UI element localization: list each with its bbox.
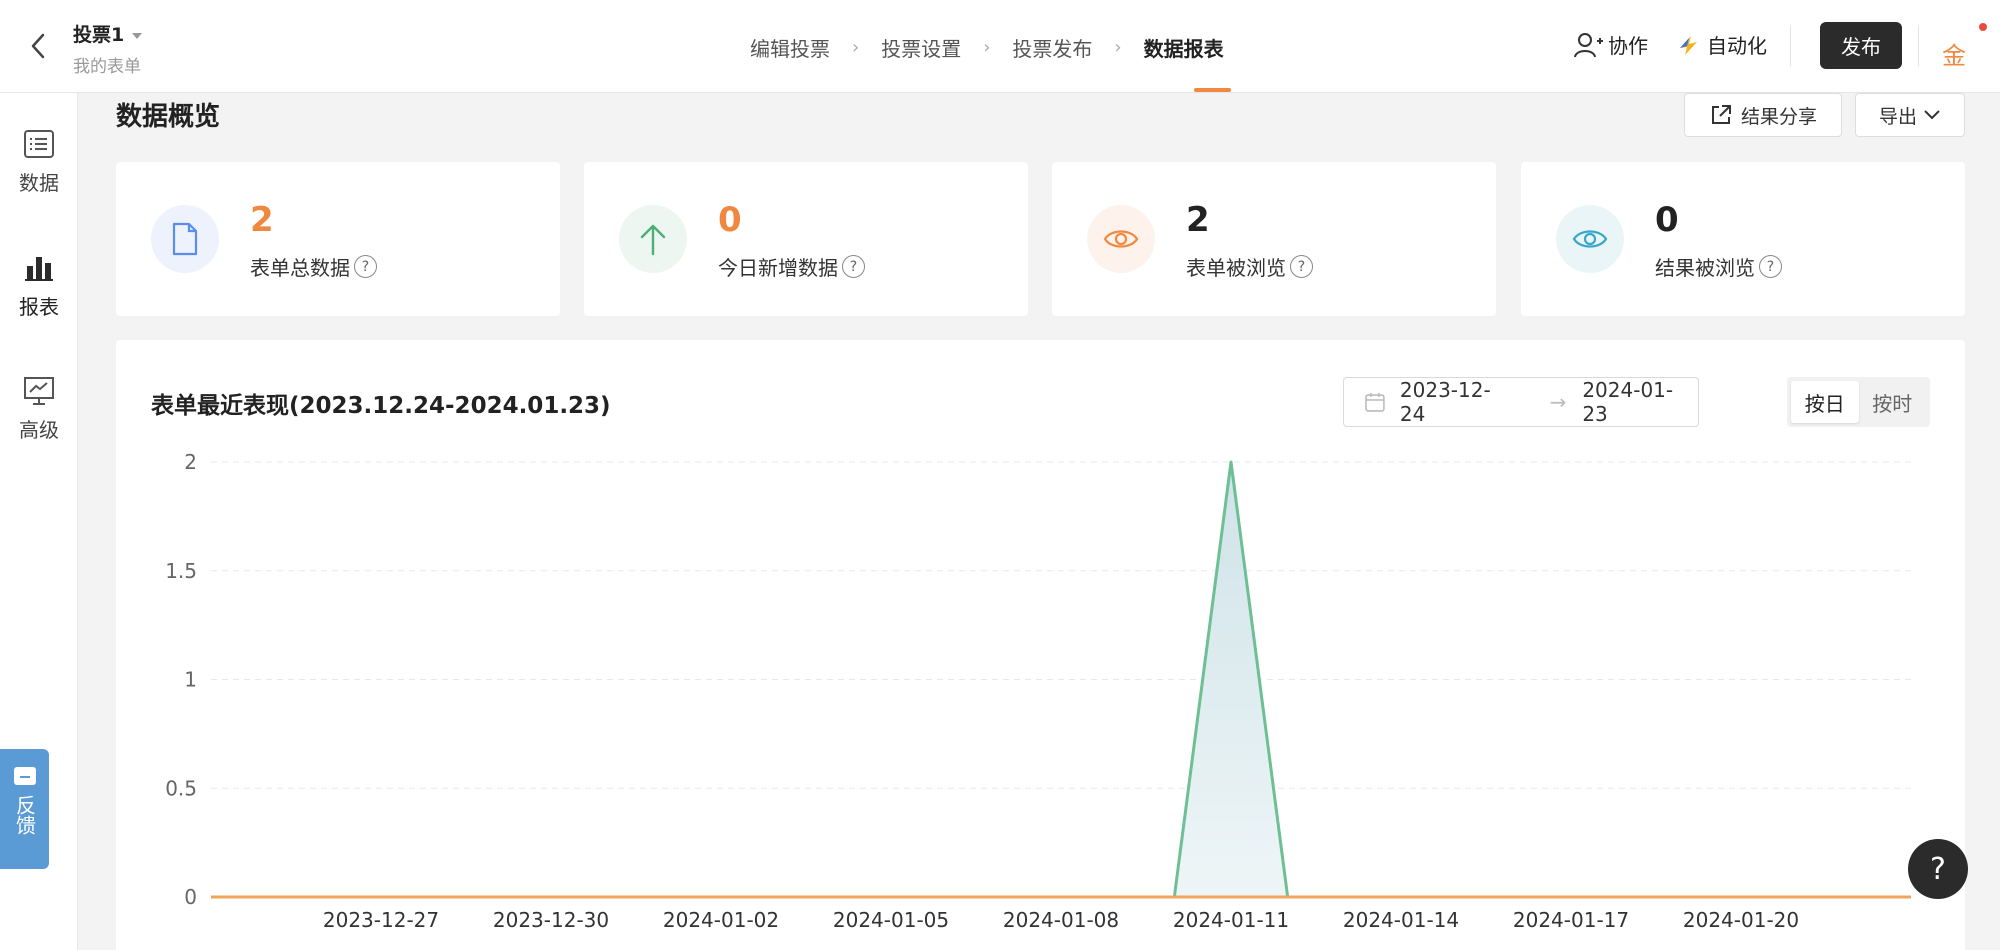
sidebar-item-label: 报表	[19, 295, 59, 319]
bar-chart-icon	[25, 257, 53, 281]
granularity-toggle: 按日 按时	[1787, 377, 1930, 427]
feedback-button[interactable]: 反馈	[0, 749, 49, 869]
step-publish[interactable]: 投票发布	[1012, 33, 1092, 62]
list-icon	[24, 130, 54, 158]
help-button[interactable]: ?	[1908, 839, 1968, 899]
active-step-indicator	[1194, 88, 1231, 92]
stat-value: 2	[1186, 200, 1210, 240]
stat-label-row: 今日新增数据?	[718, 252, 865, 281]
add-user-icon	[1574, 32, 1603, 57]
divider	[1918, 26, 1919, 66]
y-tick-label: 2	[184, 450, 197, 474]
by-day-button[interactable]: 按日	[1791, 381, 1859, 423]
help-icon[interactable]: ?	[1759, 255, 1782, 278]
sidebar-item-label: 高级	[19, 418, 59, 442]
date-range-picker[interactable]: 2023-12-24 → 2024-01-23	[1343, 377, 1699, 427]
stat-card-form-views: 2 表单被浏览?	[1052, 162, 1496, 316]
help-icon[interactable]: ?	[1290, 255, 1313, 278]
stat-value: 0	[1655, 200, 1679, 240]
trend-chart: 0 0.5 1 1.5 2 2023-12-27 2023-12-30 2024-01-02 2…	[165, 450, 1911, 932]
chevron-right-icon: ›	[983, 36, 991, 58]
by-hour-button[interactable]: 按时	[1859, 381, 1927, 423]
help-icon[interactable]: ?	[842, 255, 865, 278]
export-dropdown[interactable]: 导出	[1855, 93, 1965, 137]
x-tick-label: 2024-01-08	[1003, 908, 1119, 932]
sidebar-item-label: 数据	[19, 171, 59, 195]
stat-label-row: 表单总数据?	[250, 252, 377, 281]
step-edit[interactable]: 编辑投票	[750, 33, 830, 62]
share-label: 结果分享	[1740, 105, 1817, 128]
stat-label: 表单被浏览	[1186, 256, 1286, 280]
chevron-right-icon: ›	[1114, 36, 1122, 58]
y-tick-label: 1.5	[165, 559, 197, 583]
sidebar-item-advanced[interactable]: 高级	[0, 374, 78, 443]
y-tick-label: 1	[184, 668, 197, 692]
y-tick-label: 0	[184, 885, 197, 909]
step-nav: 编辑投票 › 投票设置 › 投票发布 › 数据报表	[750, 30, 1224, 64]
back-button[interactable]	[24, 30, 52, 62]
stat-label: 表单总数据	[250, 256, 350, 280]
external-link-icon	[1711, 105, 1731, 124]
notification-dot	[1979, 23, 1987, 31]
sidebar-item-report[interactable]: 报表	[0, 251, 78, 320]
y-tick-label: 0.5	[165, 776, 197, 800]
message-icon	[13, 767, 36, 785]
chart-panel: 0 0.5 1 1.5 2 2023-12-27 2023-12-30 2024-01-02 2…	[116, 340, 1965, 950]
calendar-icon	[1365, 393, 1385, 412]
top-bar: 投票1 我的表单 编辑投票 › 投票设置 › 投票发布 › 数据报表 协作 自动…	[0, 0, 2000, 93]
stat-value: 0	[718, 200, 742, 240]
form-breadcrumb[interactable]: 我的表单	[73, 52, 141, 77]
stat-label-row: 表单被浏览?	[1186, 252, 1313, 281]
step-report[interactable]: 数据报表	[1144, 33, 1224, 62]
question-icon: ?	[1930, 851, 1946, 887]
eye-icon	[1556, 205, 1624, 273]
x-tick-label: 2023-12-27	[323, 908, 439, 932]
chevron-right-icon: ›	[852, 36, 860, 58]
arrow-right-icon: →	[1549, 390, 1567, 414]
x-tick-label: 2024-01-11	[1173, 908, 1289, 932]
help-icon[interactable]: ?	[354, 255, 377, 278]
x-tick-label: 2024-01-05	[833, 908, 949, 932]
automation-icon	[1680, 35, 1697, 55]
form-name: 投票1	[73, 24, 125, 46]
arrow-up-icon	[619, 205, 687, 273]
form-name-dropdown[interactable]: 投票1	[73, 20, 143, 47]
publish-button[interactable]: 发布	[1820, 22, 1902, 69]
page-title: 数据概览	[116, 102, 221, 132]
chevron-left-icon	[31, 33, 45, 59]
stat-card-result-views: 0 结果被浏览?	[1521, 162, 1965, 316]
eye-icon	[1087, 205, 1155, 273]
share-results-button[interactable]: 结果分享	[1684, 93, 1842, 137]
chart-title: 表单最近表现(2023.12.24-2024.01.23)	[151, 393, 611, 419]
x-tick-label: 2024-01-17	[1513, 908, 1629, 932]
collab-label: 协作	[1608, 34, 1648, 58]
export-label: 导出	[1878, 105, 1917, 128]
automation-label: 自动化	[1707, 34, 1767, 58]
divider	[1790, 26, 1791, 66]
stat-value: 2	[250, 200, 274, 240]
chevron-down-icon	[1924, 110, 1940, 120]
collab-button[interactable]: 协作	[1574, 30, 1648, 59]
x-tick-label: 2024-01-20	[1683, 908, 1799, 932]
stat-label: 今日新增数据	[718, 256, 838, 280]
date-start: 2023-12-24	[1399, 378, 1491, 426]
stat-label: 结果被浏览	[1655, 256, 1755, 280]
stat-label-row: 结果被浏览?	[1655, 252, 1782, 281]
automation-button[interactable]: 自动化	[1677, 30, 1767, 59]
x-tick-label: 2023-12-30	[493, 908, 609, 932]
presentation-icon	[24, 377, 54, 405]
document-icon	[151, 205, 219, 273]
step-settings[interactable]: 投票设置	[881, 33, 961, 62]
feedback-label: 反馈	[12, 795, 37, 835]
x-tick-label: 2024-01-14	[1343, 908, 1459, 932]
coin-button[interactable]: 金	[1942, 36, 1966, 71]
caret-down-icon	[132, 32, 143, 39]
x-tick-label: 2024-01-02	[663, 908, 779, 932]
stat-card-today: 0 今日新增数据?	[584, 162, 1028, 316]
date-end: 2024-01-23	[1582, 378, 1674, 426]
stat-card-total: 2 表单总数据?	[116, 162, 560, 316]
sidebar-item-data[interactable]: 数据	[0, 127, 78, 196]
